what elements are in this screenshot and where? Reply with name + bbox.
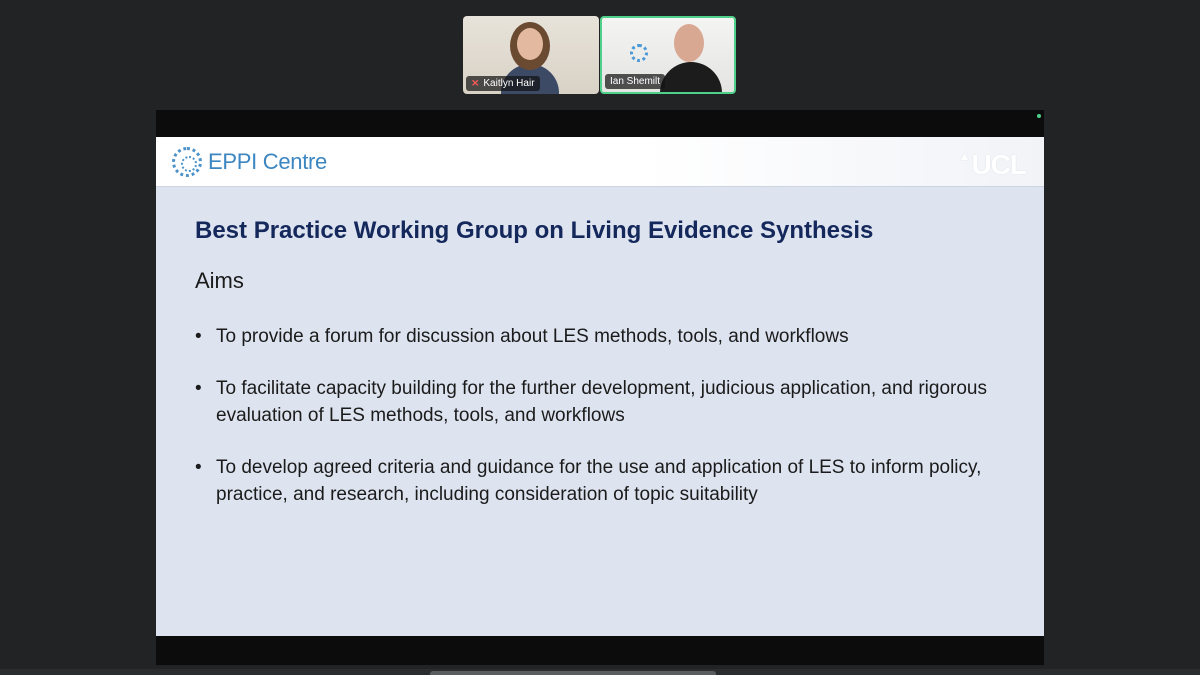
ucl-dome-icon: ▲ bbox=[958, 149, 971, 163]
ucl-logo: ▲UCL bbox=[958, 149, 1027, 181]
slide-subtitle: Aims bbox=[195, 268, 244, 293]
participant-silhouette bbox=[660, 62, 722, 92]
eppi-centre-ring-icon bbox=[630, 44, 648, 62]
slide-bullet: To develop agreed criteria and guidance … bbox=[195, 454, 1015, 508]
participant-name: Kaitlyn Hair bbox=[483, 78, 535, 89]
shared-screen[interactable]: EPPI Centre ▲UCL Best Practice Working G… bbox=[156, 110, 1044, 665]
participant-face bbox=[517, 28, 543, 60]
participant-tile-ian[interactable]: Ian Shemilt bbox=[600, 16, 736, 94]
slide-bullet: To provide a forum for discussion about … bbox=[195, 323, 1015, 350]
ucl-logo-text: UCL bbox=[971, 149, 1027, 180]
participant-name: Ian Shemilt bbox=[610, 76, 661, 87]
participant-name-tag: ⨯ Kaitlyn Hair bbox=[466, 76, 540, 91]
participant-tile-kaitlyn[interactable]: ⨯ Kaitlyn Hair bbox=[463, 16, 599, 94]
participant-name-tag: Ian Shemilt bbox=[605, 74, 666, 89]
slide-bullet-list: To provide a forum for discussion about … bbox=[195, 323, 1015, 533]
slide-bullet: To facilitate capacity building for the … bbox=[195, 375, 1015, 429]
sharing-indicator-dot bbox=[1037, 114, 1041, 118]
slide-header: EPPI Centre ▲UCL bbox=[156, 137, 1044, 187]
meeting-bottom-bar bbox=[0, 669, 1200, 675]
eppi-centre-ring-icon bbox=[172, 147, 202, 177]
presentation-slide: EPPI Centre ▲UCL Best Practice Working G… bbox=[156, 137, 1044, 636]
slide-title: Best Practice Working Group on Living Ev… bbox=[195, 217, 874, 244]
mic-off-icon: ⨯ bbox=[471, 78, 480, 89]
toolbar-handle[interactable] bbox=[430, 671, 716, 675]
participant-face bbox=[674, 24, 704, 62]
eppi-centre-logo: EPPI Centre bbox=[172, 147, 327, 177]
eppi-centre-logo-text: EPPI Centre bbox=[208, 149, 327, 174]
